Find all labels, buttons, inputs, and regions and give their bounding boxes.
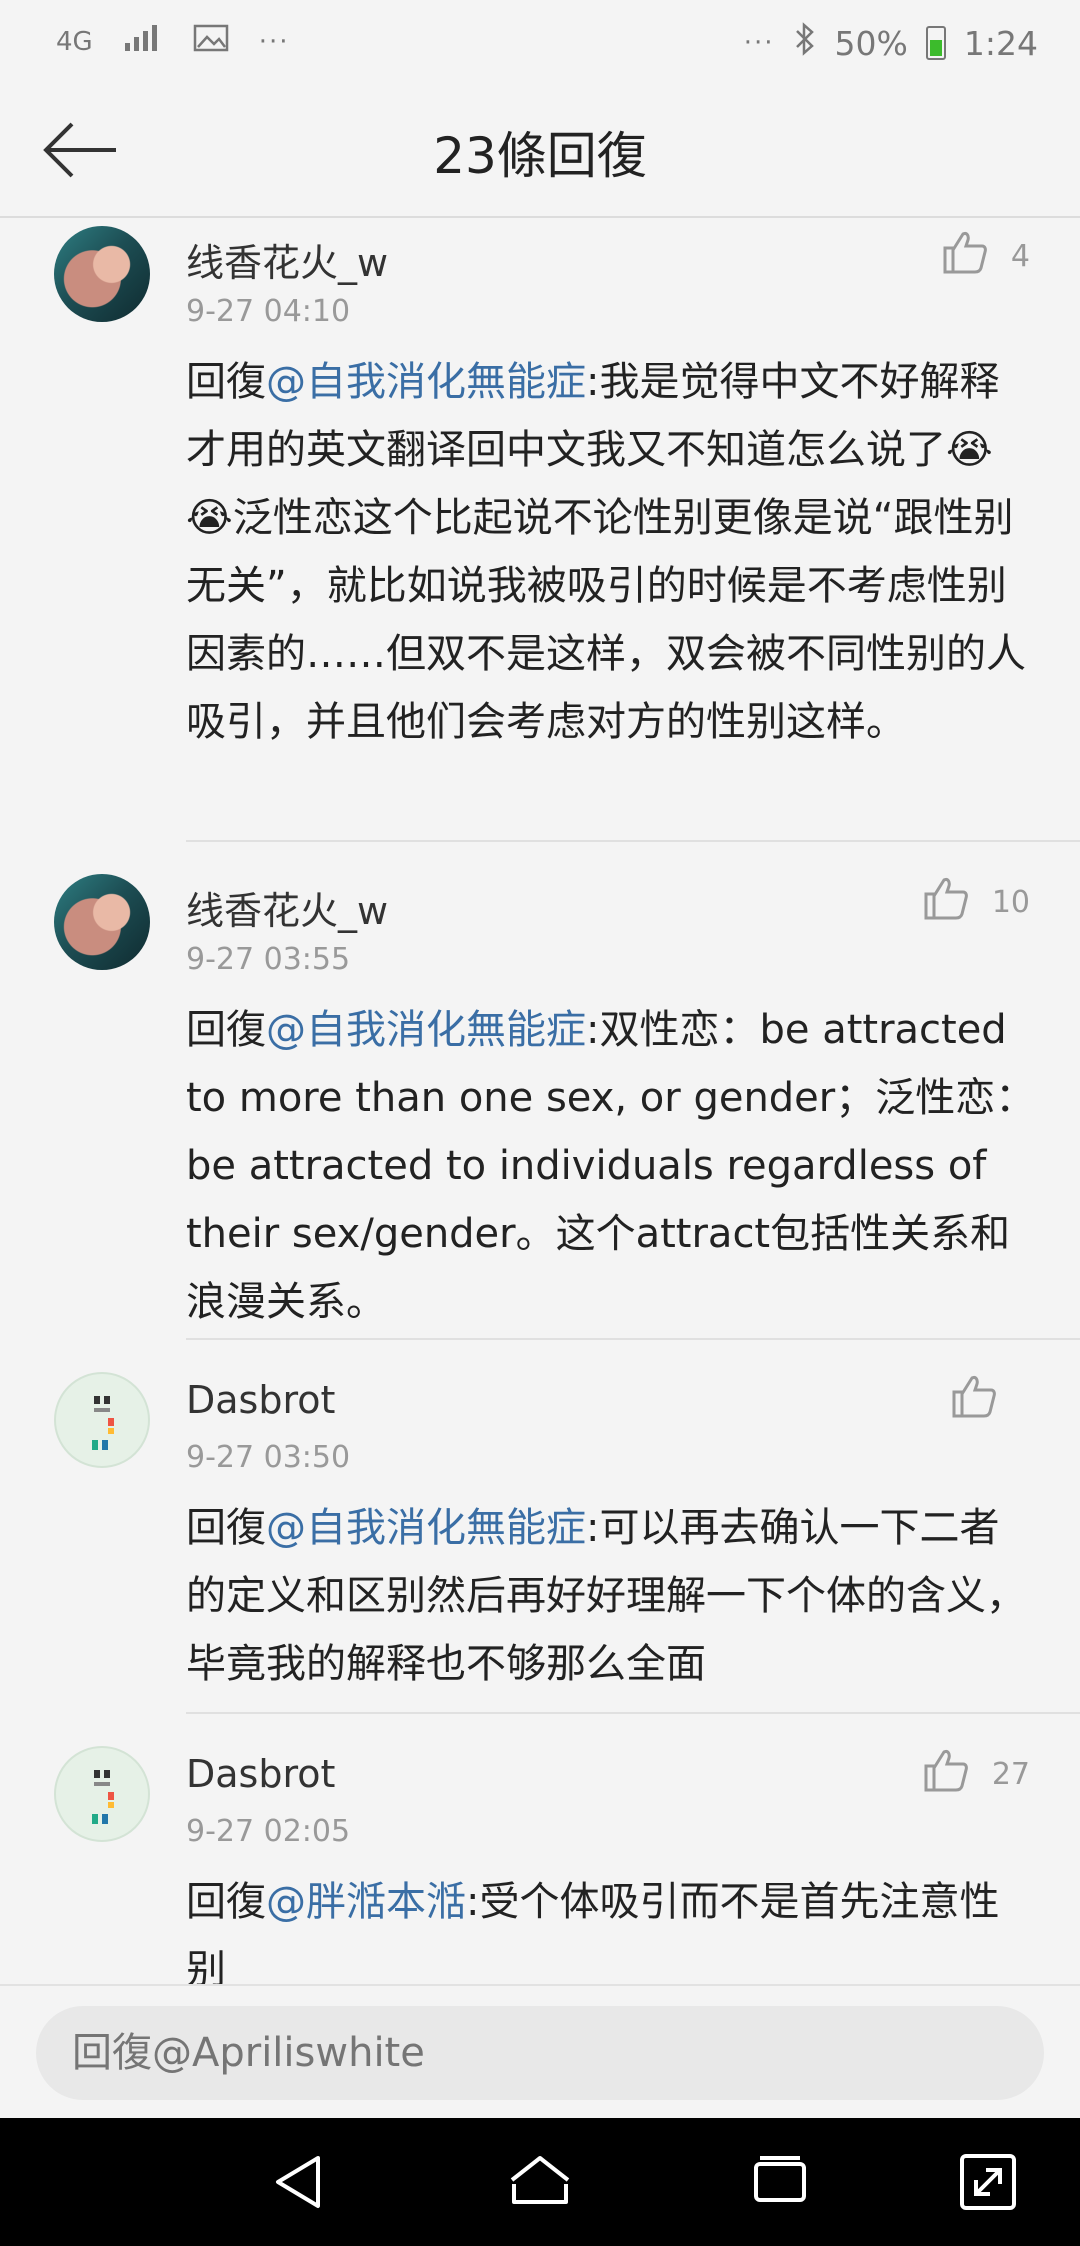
comment-username[interactable]: Dasbrot <box>186 1752 335 1796</box>
battery-percent: 50% <box>834 23 908 63</box>
mention-link[interactable]: @胖湉本湉 <box>266 1879 466 1925</box>
reply-input[interactable] <box>36 2006 1044 2100</box>
comment-content: :双性恋：be attracted to more than one sex, … <box>186 1007 1036 1325</box>
comment-text: 回復@自我消化無能症:双性恋：be attracted to more than… <box>186 996 1036 1336</box>
status-more-right: ··· <box>743 28 775 58</box>
like-button[interactable]: 27 <box>922 1746 1030 1802</box>
like-button[interactable]: 4 <box>941 228 1030 284</box>
like-count: 4 <box>1010 238 1030 274</box>
avatar[interactable] <box>54 1746 150 1842</box>
nav-home-icon[interactable] <box>508 2150 572 2214</box>
like-button[interactable]: 10 <box>922 874 1030 930</box>
like-count: 10 <box>991 884 1030 920</box>
reply-prefix: 回復 <box>186 1007 266 1053</box>
thumbs-up-icon <box>950 1372 998 1428</box>
mention-link[interactable]: @自我消化無能症 <box>266 1505 586 1551</box>
mention-link[interactable]: @自我消化無能症 <box>266 1007 586 1053</box>
battery-icon <box>925 26 946 60</box>
signal-icon <box>123 22 163 61</box>
image-icon <box>193 22 229 61</box>
comment-time: 9-27 04:10 <box>186 294 351 329</box>
reply-prefix: 回復 <box>186 1505 266 1551</box>
comment-text: 回復@自我消化無能症:我是觉得中文不好解释才用的英文翻译回中文我又不知道怎么说了… <box>186 348 1036 756</box>
reply-prefix: 回復 <box>186 359 266 405</box>
like-count: 27 <box>991 1756 1030 1792</box>
reply-bar <box>0 1984 1080 2118</box>
divider <box>186 1712 1080 1714</box>
system-nav-bar <box>0 2118 1080 2246</box>
nav-recents-icon[interactable] <box>748 2150 812 2214</box>
avatar-pattern-icon <box>92 1770 114 1824</box>
comment-time: 9-27 02:05 <box>186 1814 351 1849</box>
comment-username[interactable]: Dasbrot <box>186 1378 335 1422</box>
comment-username[interactable]: 线香花火_w <box>186 880 388 935</box>
comment-text: 回復@胖湉本湉:受个体吸引而不是首先注意性别 <box>186 1868 1036 1984</box>
avatar-pattern-icon <box>92 1396 114 1450</box>
thumbs-up-icon <box>922 874 970 930</box>
comment-text: 回復@自我消化無能症:可以再去确认一下二者的定义和区别然后再好好理解一下个体的含… <box>186 1494 1036 1698</box>
clock: 1:24 <box>963 23 1038 63</box>
divider <box>186 1338 1080 1340</box>
avatar[interactable] <box>54 1372 150 1468</box>
thumbs-up-icon <box>941 228 989 284</box>
nav-expand-icon[interactable] <box>956 2150 1020 2214</box>
network-type: 4G <box>56 26 93 57</box>
header: 23條回復 <box>0 86 1080 218</box>
status-more-left: ··· <box>258 26 290 57</box>
comment-time: 9-27 03:50 <box>186 1440 351 1475</box>
avatar[interactable] <box>54 874 150 970</box>
avatar[interactable] <box>54 226 150 322</box>
like-button[interactable] <box>950 1372 1020 1428</box>
comment-list[interactable]: 线香花火_w 9-27 04:10 4 回復@自我消化無能症:我是觉得中文不好解… <box>0 218 1080 1984</box>
nav-back-icon[interactable] <box>268 2150 332 2214</box>
page-title: 23條回復 <box>433 127 647 185</box>
comment-username[interactable]: 线香花火_w <box>186 232 388 287</box>
comment-time: 9-27 03:55 <box>186 942 351 977</box>
divider <box>186 840 1080 842</box>
bluetooth-icon <box>793 22 817 64</box>
reply-prefix: 回復 <box>186 1879 266 1925</box>
mention-link[interactable]: @自我消化無能症 <box>266 359 586 405</box>
thumbs-up-icon <box>922 1746 970 1802</box>
comment-content: :我是觉得中文不好解释才用的英文翻译回中文我又不知道怎么说了😭😭泛性恋这个比起说… <box>186 359 1026 745</box>
status-bar: 4G ··· ··· 50% 1:24 <box>0 0 1080 86</box>
